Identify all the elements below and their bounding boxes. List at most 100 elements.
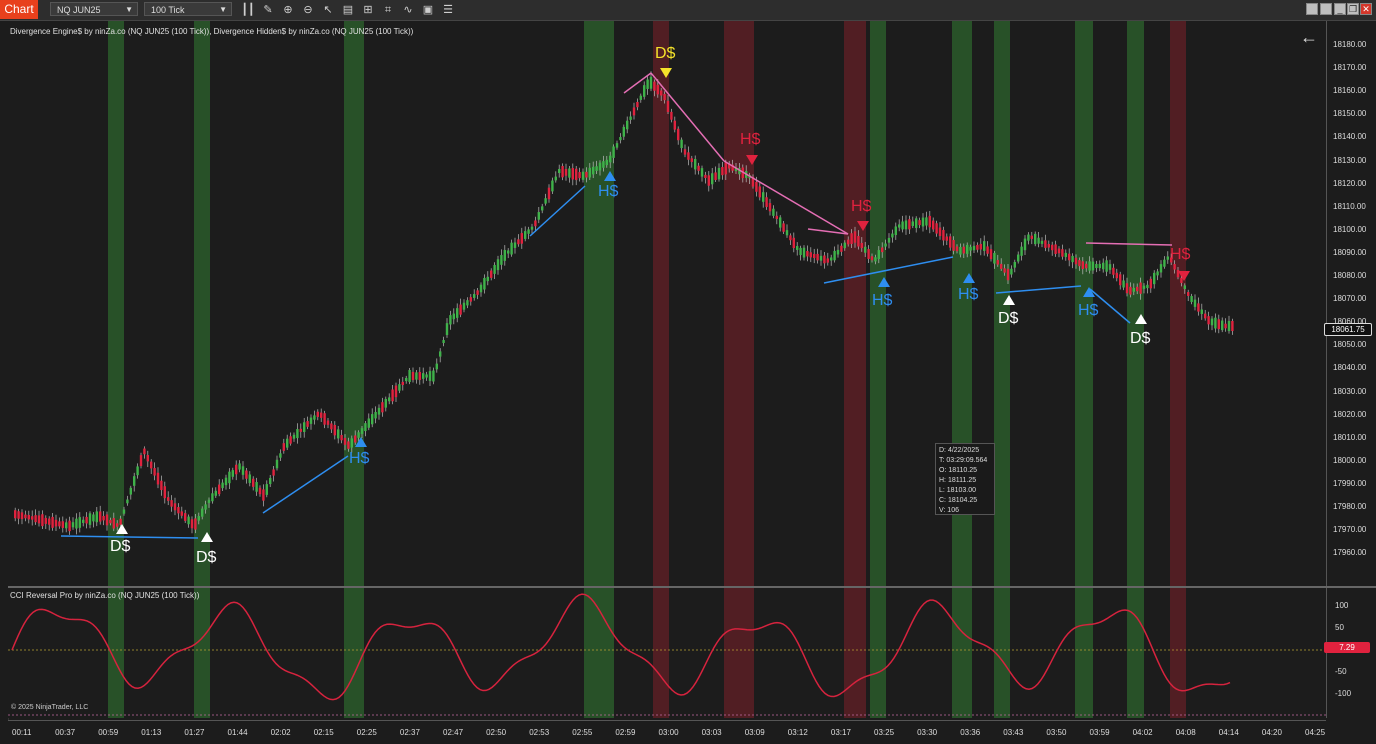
chart-trader-icon[interactable]: ▣ — [421, 3, 435, 17]
candle-body — [269, 477, 272, 485]
candle-body — [459, 304, 462, 315]
candle-body — [1207, 316, 1210, 325]
candle-body — [316, 411, 319, 417]
candle-body — [496, 259, 500, 271]
cci-panel[interactable]: CCI Reversal Pro by ninZa.co (NQ JUN25 (… — [8, 588, 1326, 718]
price-tick-label: 17980.00 — [1333, 502, 1367, 511]
chart-toolbar: Chart NQ JUN25 ▼ 100 Tick ▼ ┃┃ ✎ ⊕ ⊖ ↖ ▤… — [0, 0, 1376, 21]
zoom-out-icon[interactable]: ⊖ — [301, 3, 315, 17]
candle-body — [564, 168, 568, 176]
candle-body — [146, 455, 149, 462]
candle-body — [88, 513, 92, 525]
signal-label: H$ — [349, 450, 370, 467]
candle-body — [1074, 257, 1078, 265]
candle-body — [1068, 253, 1071, 261]
candle-body — [969, 246, 972, 251]
pointer-icon[interactable]: ↖ — [321, 3, 335, 17]
candle-body — [918, 220, 921, 226]
candle-body — [1153, 272, 1156, 285]
time-tick-label: 04:08 — [1175, 728, 1196, 737]
candle-body — [1210, 318, 1214, 326]
restore-icon[interactable]: ❐ — [1347, 3, 1359, 15]
minimize-icon[interactable]: _ — [1334, 3, 1346, 15]
candle-body — [714, 172, 717, 180]
candle-body — [255, 482, 258, 492]
candle-body — [490, 270, 493, 278]
candle-body — [840, 245, 843, 252]
zoom-in-icon[interactable]: ⊕ — [281, 3, 295, 17]
candle-body — [401, 381, 404, 386]
data-box-icon[interactable]: ⊞ — [361, 3, 375, 17]
price-tick-label: 18020.00 — [1333, 409, 1367, 419]
candle-body — [58, 521, 61, 527]
candle-body — [173, 503, 177, 511]
signal-label: H$ — [958, 286, 979, 303]
candle-body — [653, 81, 656, 91]
candle-body — [466, 300, 469, 306]
tooltip-close: C: 18104.25 — [939, 497, 978, 504]
signal-zone — [844, 588, 866, 718]
signal-zone — [344, 21, 364, 586]
tile2-icon[interactable] — [1320, 3, 1332, 15]
candle-body — [272, 469, 275, 476]
indicators-icon[interactable]: ∿ — [401, 3, 415, 17]
candle-body — [864, 246, 867, 253]
strategies-icon[interactable]: ⌗ — [381, 3, 395, 17]
chart-tab[interactable]: Chart — [0, 0, 38, 19]
candle-body — [799, 247, 802, 256]
candle-body — [687, 152, 690, 160]
bars-icon[interactable]: ┃┃ — [241, 3, 255, 17]
signal-label: H$ — [1078, 302, 1099, 319]
close-icon[interactable]: ✕ — [1360, 3, 1372, 15]
signal-zone — [724, 588, 754, 718]
candle-body — [666, 100, 670, 113]
candle-body — [697, 165, 700, 171]
candle-body — [48, 518, 51, 525]
back-arrow-icon[interactable]: ← — [1300, 28, 1318, 46]
price-panel[interactable]: D$ D$ H$ H$ D$ H$ H$ H$ H$ D$ H$ D$ H$ Divergence En… — [8, 21, 1326, 586]
candle-body — [660, 90, 663, 96]
cci-axis[interactable]: 100 50 -50 -100 — [1326, 588, 1376, 718]
candle-body — [54, 519, 58, 527]
price-axis[interactable]: 18180.00 18170.00 18160.00 18150.00 18140.00… — [1326, 21, 1376, 586]
time-tick-label: 04:20 — [1261, 728, 1282, 737]
candle-body — [530, 226, 534, 230]
period-selector[interactable]: 100 Tick ▼ — [144, 2, 232, 16]
candle-body — [1017, 254, 1020, 262]
candle-body — [1217, 319, 1220, 330]
candle-body — [619, 136, 622, 141]
candle-body — [765, 197, 768, 207]
time-tick-label: 00:11 — [12, 728, 32, 737]
signal-label: H$ — [740, 131, 761, 148]
candle-body — [136, 466, 139, 476]
candle-body — [61, 521, 64, 528]
candle-body — [133, 476, 136, 486]
candle-body — [833, 250, 836, 261]
candle-body — [126, 499, 129, 504]
tile-icon[interactable] — [1306, 3, 1318, 15]
candle-body — [520, 233, 523, 244]
candle-body — [241, 466, 245, 475]
signal-label: H$ — [851, 198, 872, 215]
candle-body — [418, 371, 421, 381]
candle-body — [904, 220, 908, 230]
list-icon[interactable]: ☰ — [441, 3, 455, 17]
candle-body — [428, 371, 432, 381]
instrument-selector[interactable]: NQ JUN25 ▼ — [50, 2, 138, 16]
candle-body — [1200, 309, 1203, 314]
price-tick-label: 18000.00 — [1333, 455, 1367, 465]
candle-body — [1166, 256, 1169, 260]
time-axis[interactable]: 00:11 00:37 00:59 01:13 01:27 01:44 02:02 02:15… — [8, 720, 1326, 744]
candle-body — [575, 168, 578, 181]
candle-body — [1061, 249, 1064, 257]
pencil-icon[interactable]: ✎ — [261, 3, 275, 17]
candle-body — [105, 514, 109, 526]
candle-body — [31, 516, 34, 520]
candle-body — [384, 398, 387, 408]
candle-body — [884, 243, 887, 247]
candle-body — [561, 166, 564, 178]
candle-body — [95, 511, 98, 523]
candle-body — [20, 512, 24, 520]
candle-body — [1204, 313, 1207, 319]
properties-icon[interactable]: ▤ — [341, 3, 355, 17]
